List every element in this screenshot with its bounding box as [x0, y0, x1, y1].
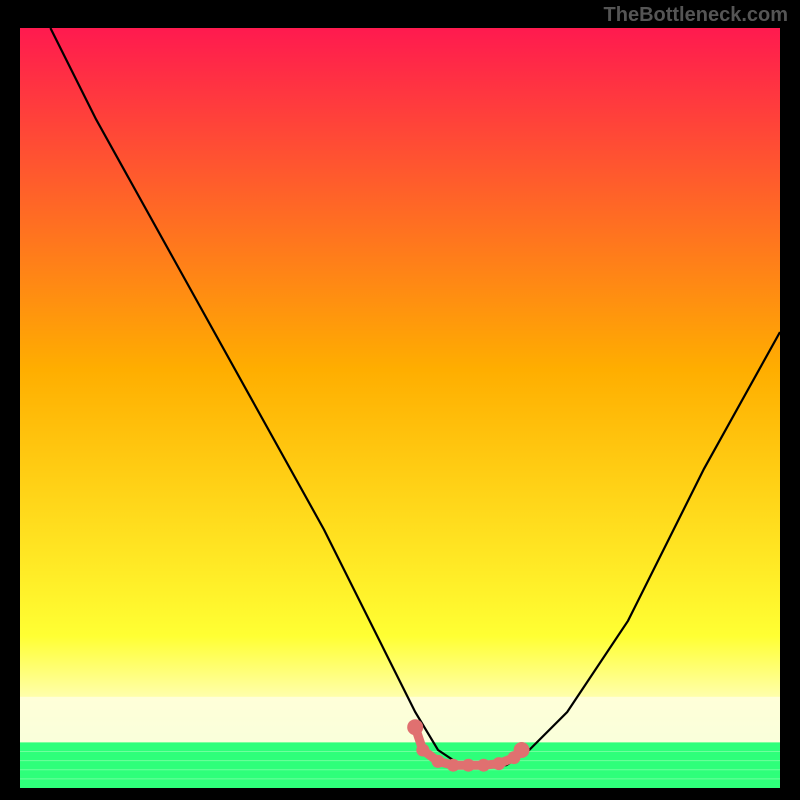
- chart-frame: TheBottleneck.com: [0, 0, 800, 800]
- sweet-spot-dot: [432, 755, 445, 768]
- plot-area: [20, 28, 780, 788]
- sweet-spot-dot: [477, 759, 490, 772]
- sweet-spot-end-dot: [407, 719, 423, 735]
- light-band: [20, 697, 780, 743]
- watermark: TheBottleneck.com: [604, 4, 788, 27]
- green-band: [20, 742, 780, 788]
- gradient-background: [20, 28, 780, 788]
- sweet-spot-dot: [492, 757, 505, 770]
- bottleneck-chart: [20, 28, 780, 788]
- sweet-spot-dot: [447, 759, 460, 772]
- sweet-spot-dot: [462, 759, 475, 772]
- sweet-spot-dot: [416, 744, 429, 757]
- sweet-spot-end-dot: [514, 742, 530, 758]
